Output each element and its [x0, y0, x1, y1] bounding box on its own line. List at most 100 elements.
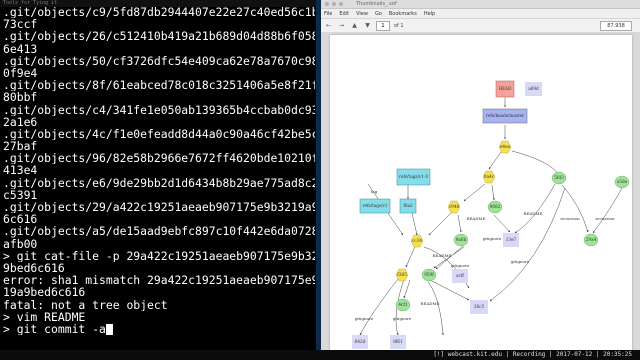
edge-label: README: [466, 216, 485, 221]
terminal-line: > vim README: [3, 310, 86, 323]
terminal-line: 0f9e4: [3, 66, 38, 80]
edge-label: gitignore: [451, 263, 470, 268]
terminal-line: .git/objects/4c/f1e0efeadd8d44a0c90a46cf…: [3, 127, 315, 141]
viewer-title: Thumbnails_.sof: [356, 1, 397, 7]
graph-node-642d: 642d: [352, 335, 368, 349]
terminal-line: > git cat-file -p 29a422c19251aeaeb90717…: [3, 249, 315, 262]
edge-label: README: [432, 253, 451, 258]
graph-node-master: refs/heads/master: [482, 108, 528, 124]
arrow-right-icon[interactable]: →: [337, 21, 346, 30]
menu-go[interactable]: Go: [375, 11, 382, 17]
terminal-line: .git/objects/96/82e58b2966e7672ff4620bde…: [3, 152, 315, 165]
chevron-up-icon[interactable]: ▲: [350, 21, 359, 30]
edge-label: tag: [371, 189, 378, 194]
terminal-line: afb00: [3, 237, 38, 250]
viewer-menubar: File Edit View Go Bookmarks Help: [321, 9, 640, 19]
terminal-output: .git/objects/c9/5fd87db2944407e22e27c40e…: [3, 6, 315, 335]
terminal-line: .git/objects/29/a422c19251aeaeb907175e9b…: [3, 201, 315, 214]
graph-node-e4ea: e4ea: [498, 140, 512, 154]
svg-text:959f: 959f: [424, 272, 434, 277]
chevron-down-icon[interactable]: ▼: [363, 21, 372, 30]
svg-text:acff: acff: [456, 273, 465, 278]
document-canvas[interactable]: README README README README recursion re…: [321, 32, 640, 350]
window-maximize-icon[interactable]: [339, 2, 343, 6]
terminal-prompt-line[interactable]: > git commit -a: [3, 323, 315, 335]
terminal-line: error: sha1 mismatch 29a422c19251aeaeb90…: [3, 274, 315, 287]
graph-node-5fd3: 5fd3: [551, 171, 567, 185]
svg-text:26c5: 26c5: [474, 304, 485, 309]
svg-text:f385: f385: [397, 272, 407, 277]
page-number-input[interactable]: 1: [376, 20, 390, 31]
terminal-line: 19a9bed6c616: [3, 286, 86, 299]
graph-node-tag-ref: refs/tags/v1.0: [396, 168, 431, 186]
terminal-line: .git/objects/a5/de15aad9ebfc897c10f442e6…: [3, 225, 315, 238]
terminal-line: .git/objects/8f/61eabced78c018c3251406a5…: [3, 79, 315, 92]
svg-text:5fd3: 5fd3: [554, 175, 564, 180]
graph-node-9682: 9682: [487, 200, 503, 214]
graph-node-head: HEAD: [495, 80, 515, 98]
window-close-icon[interactable]: [325, 2, 329, 6]
viewer-titlebar[interactable]: Thumbnails_.sof: [321, 0, 640, 9]
terminal-line: 80bbf: [3, 91, 38, 104]
svg-text:refs/tags/v1.0: refs/tags/v1.0: [399, 174, 428, 179]
viewer-toolbar: ← → ▲ ▼ 1 of 1 87.938: [321, 19, 640, 33]
svg-text:9a4c: 9a4c: [484, 174, 495, 179]
graph-node-959f: 959f: [421, 268, 437, 282]
arrow-left-icon[interactable]: ←: [324, 21, 333, 30]
svg-text:e4ea: e4ea: [500, 144, 511, 149]
svg-text:c948: c948: [449, 204, 460, 209]
terminal-line: .git/objects/e6/9de29bb2d1d6434b8b29ae77…: [3, 176, 315, 189]
terminal-prompt-text[interactable]: > git commit -a: [3, 323, 106, 335]
graph-node-4cf1: 4cf1: [395, 298, 411, 312]
terminal-line: 2a1e6: [3, 115, 38, 128]
desktop: Tools for Tying it .git/objects/c9/5fd87…: [0, 0, 640, 360]
terminal-line: 6e413: [3, 42, 38, 55]
terminal-line: 73ccf: [3, 18, 38, 31]
svg-text:9a6b: 9a6b: [456, 237, 467, 242]
graph-node-9a6b: 9a6b: [453, 233, 469, 247]
menu-bookmarks[interactable]: Bookmarks: [389, 11, 417, 17]
edge-label: README: [420, 301, 439, 306]
document-page: README README README README recursion re…: [330, 35, 632, 350]
zoom-select[interactable]: 87.938: [600, 21, 632, 31]
terminal-line: .git/objects/c4/341fe1e050ab139365b4ccba…: [3, 103, 315, 116]
terminal-line: 9bed6c616: [3, 261, 65, 275]
terminal-line: 6c616: [3, 213, 38, 226]
edge-label: recursion: [560, 216, 580, 221]
graph-node-f0a2: f0a2: [399, 198, 417, 214]
svg-text:refs/heads/master: refs/heads/master: [486, 113, 524, 118]
right-pane: Thumbnails_.sof File Edit View Go Bookma…: [316, 0, 640, 350]
terminal-line: .git/objects/50/cf3726dfc54e409ca62e78a7…: [3, 54, 315, 67]
graph-node-13e7: 13e7: [503, 233, 519, 247]
terminal-line: c5391: [3, 188, 38, 201]
graph-node-a69d: a69d: [525, 82, 542, 96]
graph-node-9a4c: 9a4c: [482, 170, 496, 184]
terminal-line: .git/objects/c9/5fd87db2944407e22e27c40e…: [3, 6, 315, 19]
edge-label: gitignore: [393, 316, 412, 321]
edge-label: gitignore: [511, 259, 530, 264]
pdf-viewer-window[interactable]: Thumbnails_.sof File Edit View Go Bookma…: [321, 0, 640, 350]
graph-node-acff: acff: [452, 269, 468, 283]
svg-text:HEAD: HEAD: [498, 86, 512, 91]
menu-view[interactable]: View: [356, 11, 368, 17]
terminal-window[interactable]: Tools for Tying it .git/objects/c9/5fd87…: [0, 0, 316, 350]
menu-edit[interactable]: Edit: [339, 11, 349, 17]
svg-text:a69d: a69d: [528, 86, 539, 91]
graph-node-cc34: cc34: [410, 234, 424, 248]
edge-label: gitignore: [483, 236, 502, 241]
svg-text:8f61: 8f61: [393, 339, 403, 344]
svg-text:642d: 642d: [355, 339, 366, 344]
edge-label: README: [523, 211, 542, 216]
window-minimize-icon[interactable]: [332, 2, 336, 6]
graph-node-a5de: a5de: [614, 175, 630, 189]
graph-node-c948: c948: [447, 200, 461, 214]
terminal-line: 27baf: [3, 140, 38, 153]
graph-node-26c5: 26c5: [470, 300, 488, 314]
terminal-line: .git/objects/26/c512410b419a21b689d04d88…: [3, 30, 315, 43]
status-bar: [!] webcast.kit.edu | Recording | 2017-0…: [0, 350, 640, 360]
terminal-line: fatal: not a tree object: [3, 298, 168, 311]
graph-node-29a4: 29a4: [583, 233, 599, 247]
menu-file[interactable]: File: [324, 11, 332, 17]
svg-text:13e7: 13e7: [506, 237, 517, 242]
menu-help[interactable]: Help: [424, 11, 435, 17]
